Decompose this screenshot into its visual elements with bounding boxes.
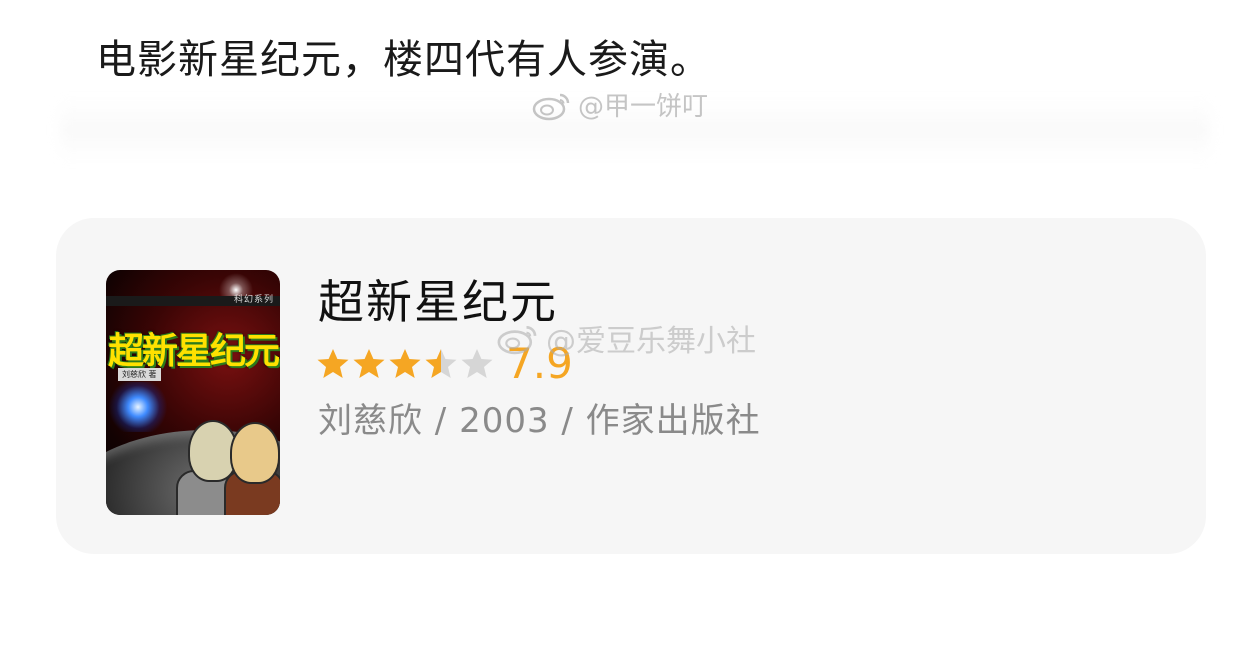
- cover-title: 超新星纪元: [108, 331, 280, 372]
- star-full-icon: [316, 347, 350, 381]
- book-card[interactable]: 科幻系列 超新星纪元 刘慈欣 著 超新星纪元 7.9 刘慈欣 / 2003 / …: [56, 218, 1206, 554]
- star-full-icon: [388, 347, 422, 381]
- cover-series-text: 科幻系列: [233, 295, 274, 305]
- rating-score: 7.9: [506, 339, 573, 388]
- book-meta: 刘慈欣 / 2003 / 作家出版社: [318, 401, 761, 441]
- page: 电影新星纪元，楼四代有人参演。 @甲一饼叮 科幻系列 超新星纪元 刘慈欣 著 超…: [0, 0, 1260, 664]
- star-full-icon: [352, 347, 386, 381]
- post-text: 电影新星纪元，楼四代有人参演。: [96, 37, 711, 83]
- cover-figure-head-right: [230, 422, 280, 484]
- book-title[interactable]: 超新星纪元: [318, 272, 558, 332]
- star-half-icon: [424, 347, 458, 381]
- cover-blue-glow: [108, 382, 168, 432]
- blurred-background: [60, 100, 1210, 160]
- star-empty-icon: [460, 347, 494, 381]
- rating-stars: [316, 347, 494, 381]
- cover-author: 刘慈欣 著: [118, 368, 161, 381]
- book-cover[interactable]: 科幻系列 超新星纪元 刘慈欣 著: [106, 270, 280, 515]
- rating-row: 7.9: [316, 342, 573, 386]
